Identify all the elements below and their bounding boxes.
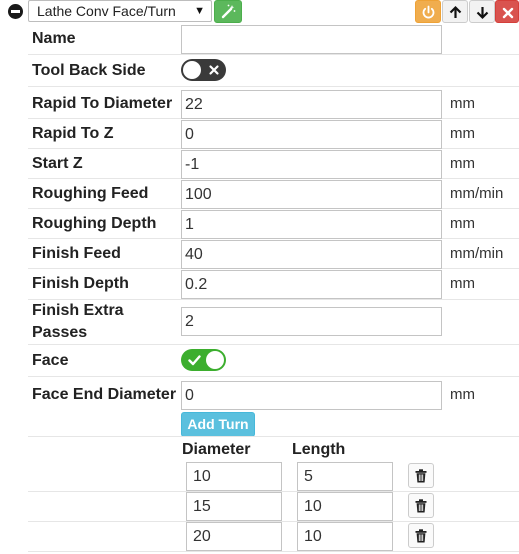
roughing-depth-input[interactable]	[181, 210, 442, 239]
face-end-diameter-label: Face End Diameter	[32, 386, 177, 403]
delete-turn-button[interactable]	[408, 463, 434, 488]
finish-depth-label: Finish Depth	[32, 275, 129, 292]
remove-operation-icon[interactable]	[8, 4, 23, 19]
finish-extra-passes-label-line2: Passes	[32, 324, 88, 341]
roughing-feed-label: Roughing Feed	[32, 185, 149, 202]
move-up-button[interactable]	[442, 0, 468, 23]
finish-feed-unit: mm/min	[450, 245, 504, 262]
roughing-depth-row: Roughing Depth mm	[28, 209, 519, 239]
rapid-to-diameter-label: Rapid To Diameter	[32, 95, 173, 112]
operation-type-value: Lathe Conv Face/Turn	[37, 3, 176, 19]
face-end-diameter-row: Face End Diameter mm	[28, 377, 519, 410]
rapid-to-z-row: Rapid To Z mm	[28, 119, 519, 149]
roughing-feed-row: Roughing Feed mm/min	[28, 179, 519, 209]
face-end-diameter-input[interactable]	[181, 381, 442, 410]
toggle-enabled-button[interactable]	[415, 0, 441, 23]
roughing-feed-input[interactable]	[181, 180, 442, 209]
trash-icon	[415, 529, 427, 543]
start-z-unit: mm	[450, 155, 475, 172]
add-turn-button[interactable]: Add Turn	[181, 412, 255, 437]
start-z-input[interactable]	[181, 150, 442, 179]
roughing-feed-unit: mm/min	[450, 185, 504, 202]
finish-feed-input[interactable]	[181, 240, 442, 269]
diameter-column-header: Diameter	[182, 441, 251, 458]
divider	[28, 551, 519, 552]
toggle-knob	[206, 351, 224, 369]
finish-depth-row: Finish Depth mm	[28, 269, 519, 300]
face-row: Face	[28, 345, 519, 377]
turn-length-input[interactable]: 10	[297, 492, 393, 521]
operation-type-select[interactable]: Lathe Conv Face/Turn ▼	[28, 0, 212, 22]
finish-extra-passes-input[interactable]	[181, 307, 442, 336]
face-toggle[interactable]	[181, 349, 226, 371]
generate-toolpath-button[interactable]	[214, 0, 242, 23]
finish-feed-label: Finish Feed	[32, 245, 121, 262]
finish-extra-passes-label-line1: Finish Extra	[32, 302, 124, 319]
trash-icon	[415, 499, 427, 513]
delete-turn-button[interactable]	[408, 523, 434, 548]
rapid-to-diameter-unit: mm	[450, 95, 475, 112]
magic-wand-icon	[221, 4, 236, 19]
move-down-button[interactable]	[469, 0, 495, 23]
tool-back-side-toggle[interactable]	[181, 59, 226, 81]
close-icon	[502, 7, 514, 19]
turn-diameter-input[interactable]: 15	[186, 492, 282, 521]
rapid-to-z-unit: mm	[450, 125, 475, 142]
start-z-row: Start Z mm	[28, 149, 519, 179]
rapid-to-z-input[interactable]	[181, 120, 442, 149]
roughing-depth-unit: mm	[450, 215, 475, 232]
roughing-depth-label: Roughing Depth	[32, 215, 157, 232]
toggle-knob	[183, 61, 201, 79]
arrow-up-icon	[449, 5, 462, 18]
operation-toolbar: Lathe Conv Face/Turn ▼	[0, 0, 519, 24]
finish-feed-row: Finish Feed mm/min	[28, 239, 519, 269]
turn-diameter-input[interactable]: 20	[186, 522, 282, 551]
face-end-diameter-unit: mm	[450, 386, 475, 403]
arrow-down-icon	[476, 7, 489, 20]
divider	[28, 436, 519, 437]
power-icon	[422, 5, 435, 19]
caret-down-icon: ▼	[194, 5, 205, 17]
delete-operation-button[interactable]	[495, 0, 519, 23]
check-icon	[188, 355, 201, 366]
name-row: Name	[28, 24, 519, 55]
finish-extra-passes-row: Finish Extra Passes	[28, 300, 519, 345]
turn-length-input[interactable]: 10	[297, 522, 393, 551]
rapid-to-z-label: Rapid To Z	[32, 125, 114, 142]
finish-depth-input[interactable]	[181, 270, 442, 299]
start-z-label: Start Z	[32, 155, 83, 172]
tool-back-side-label: Tool Back Side	[32, 62, 146, 79]
finish-depth-unit: mm	[450, 275, 475, 292]
turn-length-input[interactable]: 5	[297, 462, 393, 491]
trash-icon	[415, 469, 427, 483]
face-label: Face	[32, 352, 69, 369]
rapid-to-diameter-input[interactable]	[181, 90, 442, 119]
length-column-header: Length	[292, 441, 346, 458]
name-label: Name	[32, 30, 76, 47]
rapid-to-diameter-row: Rapid To Diameter mm	[28, 87, 519, 119]
name-input[interactable]	[181, 25, 442, 54]
turn-diameter-input[interactable]: 10	[186, 462, 282, 491]
close-icon	[209, 65, 219, 75]
delete-turn-button[interactable]	[408, 493, 434, 518]
tool-back-side-row: Tool Back Side	[28, 55, 519, 87]
